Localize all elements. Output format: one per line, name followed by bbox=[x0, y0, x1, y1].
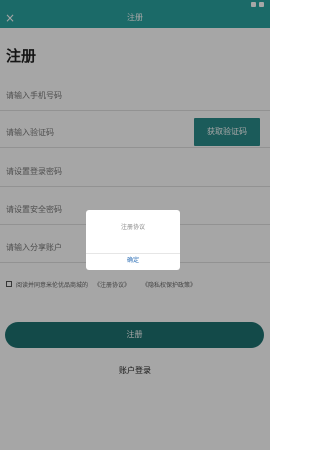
agreement-dialog: 注册协议 确定 bbox=[86, 210, 180, 270]
dialog-ok-button[interactable]: 确定 bbox=[86, 255, 180, 264]
dialog-divider bbox=[86, 253, 180, 254]
dialog-title: 注册协议 bbox=[120, 224, 145, 231]
